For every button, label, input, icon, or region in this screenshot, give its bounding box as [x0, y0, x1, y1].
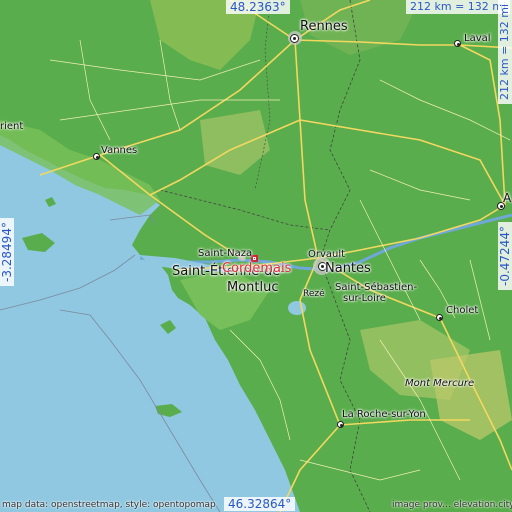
label-rennes: Rennes [300, 19, 348, 34]
label-sur-loire: sur-Loire [343, 293, 386, 304]
scale-vertical: 212 km = 132 mi [498, 0, 512, 104]
map-canvas[interactable]: Rennes Laval rient Vannes Saint-Naza Sai… [0, 0, 512, 512]
label-laval: Laval [464, 33, 491, 44]
scale-horizontal: 212 km = 132 mi [406, 0, 511, 14]
vannes-dot [93, 153, 100, 160]
label-la-roche: La Roche-sur-Yon [342, 409, 426, 420]
footer-attribution-right: image prov... elevation.city [392, 500, 512, 510]
label-reze: Rezé [303, 289, 325, 299]
label-cordemais[interactable]: Cordemais [222, 262, 291, 275]
rennes-dot [290, 34, 299, 43]
right-longitude: -0.47244° [498, 222, 512, 290]
label-montluc: Montluc [227, 280, 279, 295]
label-cholet: Cholet [446, 305, 479, 316]
label-lorient: rient [0, 121, 24, 132]
label-angers: A [503, 191, 512, 205]
label-vannes: Vannes [101, 145, 138, 156]
left-longitude: -3.28494° [0, 218, 14, 286]
bottom-latitude: 46.32864° [224, 497, 296, 511]
la-roche-dot [337, 421, 344, 428]
label-saint-sebastien: Saint-Sébastien- [335, 282, 418, 293]
cholet-dot [436, 314, 443, 321]
label-nantes: Nantes [325, 261, 371, 276]
laval-dot [454, 40, 461, 47]
label-mont-mercure: Mont Mercure [405, 378, 475, 389]
label-orvault: Orvault [308, 249, 346, 260]
label-saint-nazaire: Saint-Naza [198, 248, 253, 259]
top-latitude: 48.2363° [226, 0, 290, 14]
footer-attribution-left: map data: openstreetmap, style: opentopo… [2, 500, 216, 510]
